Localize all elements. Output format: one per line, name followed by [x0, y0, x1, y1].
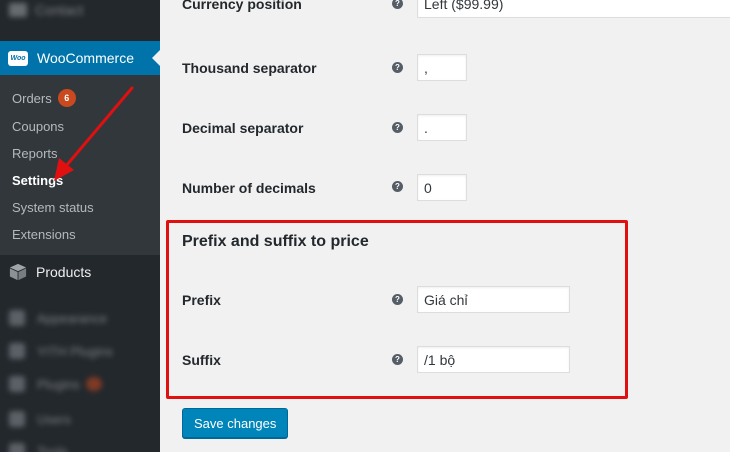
currency-position-label: Currency position	[182, 0, 302, 12]
menu-item-products-label: Products	[36, 264, 92, 280]
orders-count-badge: 6	[57, 89, 76, 107]
menu-item-users[interactable]: Users	[0, 404, 160, 434]
menu-item-tools[interactable]: Tools	[0, 436, 160, 452]
woocommerce-logo-icon: Woo	[8, 50, 28, 66]
submenu-item-extensions-label: Extensions	[12, 227, 76, 242]
submenu-item-coupons[interactable]: Coupons	[12, 119, 64, 134]
menu-item-users-label: Users	[37, 411, 71, 427]
help-tip-icon[interactable]: ?	[392, 181, 403, 192]
help-tip-icon[interactable]: ?	[392, 354, 403, 365]
currency-position-select[interactable]	[417, 0, 730, 18]
section-title-prefix-suffix: Prefix and suffix to price	[182, 233, 369, 250]
settings-main: Currency position ? Thousand separator ?…	[160, 0, 730, 452]
menu-item-contact-label: Contact	[35, 2, 84, 18]
submenu-item-settings-label: Settings	[12, 173, 64, 188]
thousand-separator-input[interactable]	[417, 54, 467, 81]
admin-sidebar: Contact Woo WooCommerce Orders 6 Coupons…	[0, 0, 160, 452]
menu-item-woocommerce-label: WooCommerce	[37, 50, 134, 66]
submenu-item-settings[interactable]: Settings	[12, 173, 63, 188]
menu-item-appearance[interactable]: Appearance	[0, 303, 160, 333]
suffix-input[interactable]	[417, 346, 570, 373]
menu-item-woocommerce[interactable]: Woo WooCommerce	[0, 41, 160, 75]
submenu-item-orders[interactable]: Orders 6	[12, 89, 76, 107]
current-menu-pointer	[152, 50, 160, 66]
submenu-item-extensions[interactable]: Extensions	[12, 227, 76, 242]
menu-item-plugins-label: Plugins	[37, 376, 80, 392]
user-icon	[9, 411, 25, 427]
save-changes-button[interactable]: Save changes	[182, 408, 289, 438]
plugins-update-badge	[85, 377, 102, 391]
menu-item-appearance-label: Appearance	[37, 310, 108, 326]
menu-item-contact[interactable]: Contact	[0, 0, 160, 28]
submenu-item-reports[interactable]: Reports	[12, 146, 58, 161]
woocommerce-submenu: Orders 6 Coupons Reports Settings System…	[0, 75, 160, 255]
suffix-label: Suffix	[182, 352, 221, 368]
decimal-separator-input[interactable]	[417, 114, 467, 141]
submenu-item-system-status[interactable]: System status	[12, 200, 94, 215]
decimal-separator-label: Decimal separator	[182, 120, 304, 136]
menu-item-plugins[interactable]: Plugins	[0, 369, 160, 399]
help-tip-icon[interactable]: ?	[392, 294, 403, 305]
submenu-item-system-status-label: System status	[12, 200, 94, 215]
prefix-input[interactable]	[417, 286, 570, 313]
submenu-item-orders-label: Orders	[12, 90, 52, 106]
paintbrush-icon	[9, 310, 25, 326]
help-tip-icon[interactable]: ?	[392, 62, 403, 73]
menu-item-yith-plugins[interactable]: YITH Plugins	[0, 336, 160, 366]
menu-item-products[interactable]: Products	[0, 255, 160, 289]
cube-icon	[9, 263, 27, 281]
menu-item-yith-plugins-label: YITH Plugins	[37, 343, 113, 359]
envelope-icon	[9, 3, 27, 17]
number-of-decimals-input[interactable]	[417, 174, 467, 201]
wrench-icon	[9, 443, 25, 452]
submenu-item-reports-label: Reports	[12, 146, 58, 161]
plugin-icon	[9, 343, 25, 359]
help-tip-icon[interactable]: ?	[392, 122, 403, 133]
submenu-item-coupons-label: Coupons	[12, 119, 65, 134]
number-of-decimals-label: Number of decimals	[182, 180, 316, 196]
menu-item-tools-label: Tools	[37, 443, 68, 452]
help-tip-icon[interactable]: ?	[392, 0, 403, 9]
thousand-separator-label: Thousand separator	[182, 60, 317, 76]
prefix-label: Prefix	[182, 292, 221, 308]
plugin-icon	[9, 376, 25, 392]
